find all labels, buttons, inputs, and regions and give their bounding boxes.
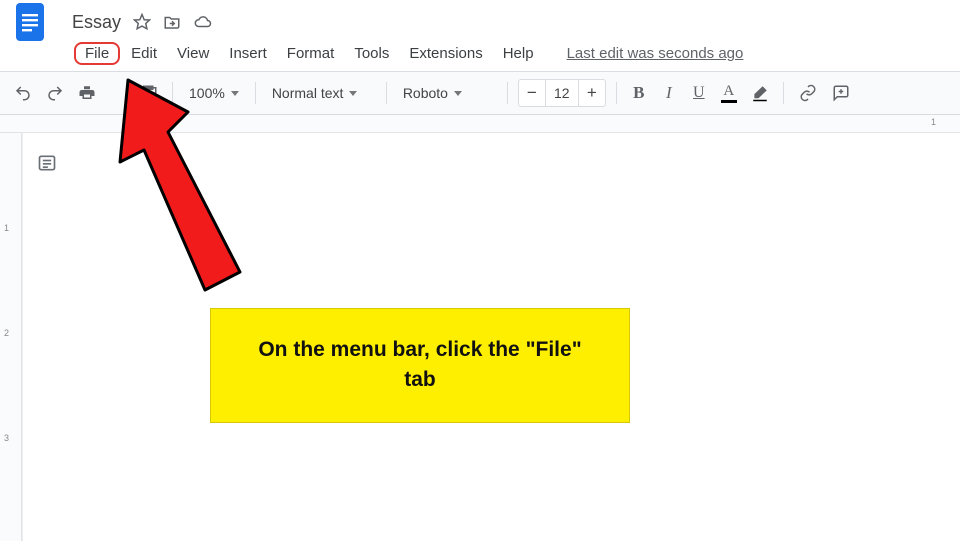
paint-format-button[interactable] <box>136 80 162 106</box>
document-title[interactable]: Essay <box>72 12 121 33</box>
zoom-dropdown[interactable]: 100% <box>183 80 245 106</box>
separator <box>783 82 784 104</box>
redo-button[interactable] <box>42 80 68 106</box>
separator <box>616 82 617 104</box>
paragraph-style-value: Normal text <box>272 85 344 101</box>
separator <box>386 82 387 104</box>
separator <box>507 82 508 104</box>
horizontal-ruler[interactable]: 1 <box>0 115 960 133</box>
document-outline-icon[interactable] <box>37 153 57 178</box>
cloud-saved-icon[interactable] <box>193 13 213 31</box>
menu-insert[interactable]: Insert <box>220 42 276 65</box>
ruler-mark: 1 <box>931 117 936 127</box>
menu-view[interactable]: View <box>168 42 218 65</box>
italic-button[interactable]: I <box>657 80 681 106</box>
title-bar: Essay <box>0 0 960 40</box>
menu-tools[interactable]: Tools <box>345 42 398 65</box>
menu-extensions[interactable]: Extensions <box>400 42 491 65</box>
font-value: Roboto <box>403 85 448 101</box>
chevron-down-icon <box>454 91 462 96</box>
text-color-button[interactable]: A <box>717 80 741 106</box>
menu-edit[interactable]: Edit <box>122 42 166 65</box>
annotation-callout: On the menu bar, click the "File" tab <box>210 308 630 423</box>
insert-link-button[interactable] <box>794 80 822 106</box>
toolbar: 100% Normal text Roboto − 12 + B I U A <box>0 71 960 115</box>
paragraph-style-dropdown[interactable]: Normal text <box>266 80 376 106</box>
font-size-decrease[interactable]: − <box>519 80 545 106</box>
docs-logo[interactable] <box>12 0 48 45</box>
chevron-down-icon <box>349 91 357 96</box>
menu-file[interactable]: File <box>74 42 120 65</box>
add-comment-button[interactable] <box>828 80 854 106</box>
menu-bar: File Edit View Insert Format Tools Exten… <box>0 40 960 71</box>
last-edit-link[interactable]: Last edit was seconds ago <box>567 45 744 62</box>
bold-button[interactable]: B <box>627 80 651 106</box>
print-button[interactable] <box>74 80 100 106</box>
highlight-color-button[interactable] <box>747 80 773 106</box>
separator <box>255 82 256 104</box>
underline-button[interactable]: U <box>687 80 711 106</box>
annotation-text: On the menu bar, click the "File" tab <box>258 338 581 391</box>
font-dropdown[interactable]: Roboto <box>397 80 497 106</box>
font-size-increase[interactable]: + <box>579 80 605 106</box>
menu-format[interactable]: Format <box>278 42 344 65</box>
ruler-mark: 2 <box>4 328 9 338</box>
font-size-stepper: − 12 + <box>518 79 606 107</box>
font-size-value[interactable]: 12 <box>545 80 579 106</box>
zoom-value: 100% <box>189 85 225 101</box>
star-icon[interactable] <box>133 13 151 31</box>
move-icon[interactable] <box>163 13 181 31</box>
ruler-mark: 3 <box>4 433 9 443</box>
undo-button[interactable] <box>10 80 36 106</box>
menu-help[interactable]: Help <box>494 42 543 65</box>
separator <box>172 82 173 104</box>
ruler-mark: 1 <box>4 223 9 233</box>
vertical-ruler[interactable]: 1 2 3 <box>0 133 22 541</box>
chevron-down-icon <box>231 91 239 96</box>
